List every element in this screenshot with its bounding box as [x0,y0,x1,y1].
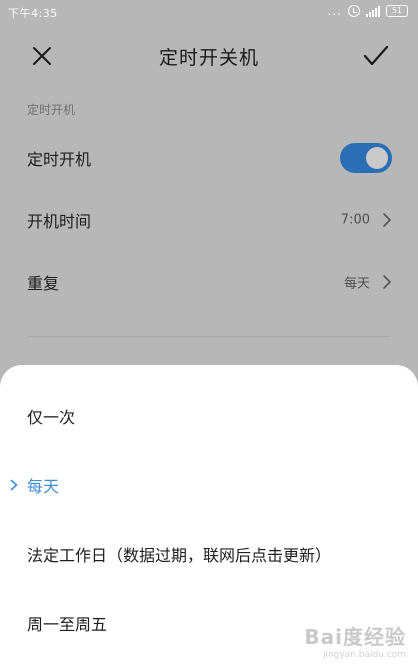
option-daily[interactable]: 每天 [0,456,418,514]
chevron-selected-icon [10,479,18,491]
repeat-row[interactable]: 重复 每天 [0,252,418,312]
power-on-time-value: 7:00 [340,212,370,228]
option-once[interactable]: 仅一次 [0,387,418,445]
status-icons: ... 51 [328,4,408,18]
chevron-right-icon [383,275,391,289]
power-on-label: 定时开机 [27,150,92,169]
repeat-value: 每天 [343,276,370,292]
alarm-icon [348,5,360,17]
option-label: 法定工作日（数据过期，联网后点击更新） [27,546,332,565]
power-on-time-row[interactable]: 开机时间 7:00 [0,190,418,250]
header: 定时开关机 [0,24,418,88]
power-on-row[interactable]: 定时开机 [0,128,418,188]
toggle-knob [366,147,388,169]
power-on-time-label: 开机时间 [27,212,92,231]
option-weekdays[interactable]: 周一至周五 [0,594,418,652]
option-label: 仅一次 [27,408,76,427]
checkmark-icon [363,45,389,66]
status-time: 下午4:35 [8,7,58,20]
option-label: 周一至周五 [27,615,108,634]
signal-icon [366,5,380,17]
power-on-toggle[interactable] [340,143,392,173]
section-label: 定时开机 [27,103,76,117]
battery-icon: 51 [386,5,408,17]
confirm-button[interactable] [354,34,398,78]
repeat-options-sheet: 仅一次 每天 法定工作日（数据过期，联网后点击更新） 周一至周五 Bai度经验 … [0,365,418,666]
repeat-label: 重复 [27,274,60,293]
option-workdays[interactable]: 法定工作日（数据过期，联网后点击更新） [0,525,418,583]
divider [27,336,391,337]
chevron-right-icon [383,213,391,227]
option-label: 每天 [27,477,60,496]
more-dots: ... [327,4,342,18]
status-bar: 下午4:35 ... 51 [0,0,418,24]
